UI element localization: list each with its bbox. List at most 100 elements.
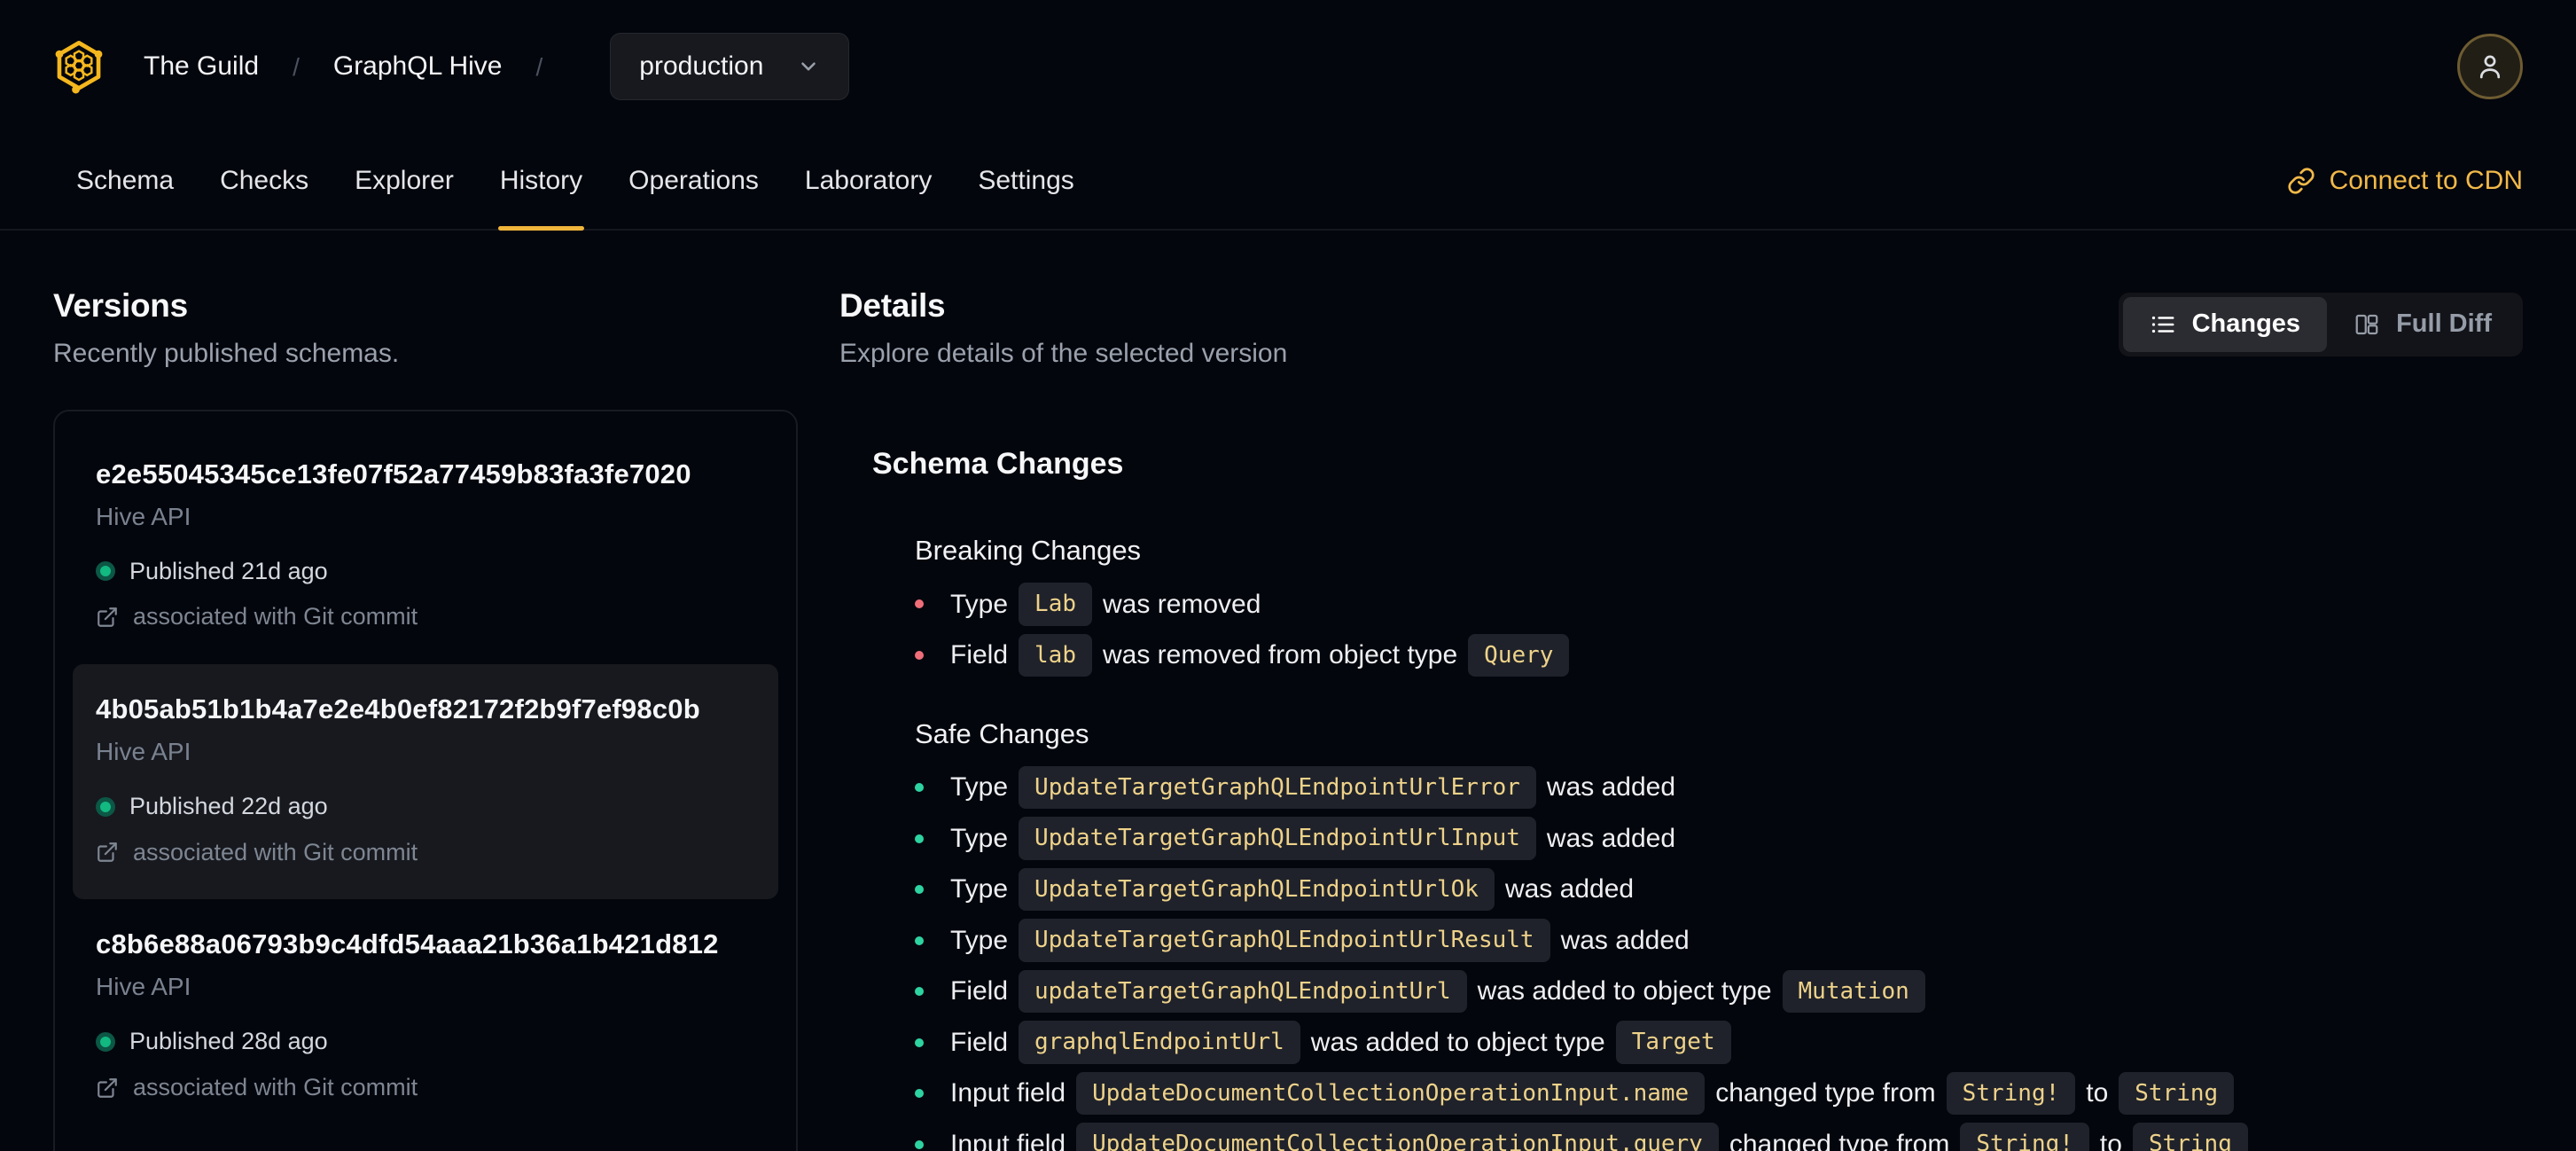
code-badge: UpdateTargetGraphQLEndpointUrlInput [1019,817,1536,860]
chevron-down-icon [801,62,816,71]
git-commit-link[interactable]: associated with Git commit [96,602,755,632]
change-item: Field graphqlEndpointUrl was added to obje… [915,1021,2523,1064]
columns-icon [2355,314,2378,334]
external-link-icon [98,842,117,863]
code-badge: String! [1946,1071,2076,1116]
code-badge: updateTargetGraphQLEndpointUrl [1019,969,1467,1014]
git-commit-label: associated with Git commit [133,1073,418,1100]
tab-schema[interactable]: Schema [53,133,197,229]
change-text: Field [950,640,1009,669]
tab-laboratory[interactable]: Laboratory [782,133,955,229]
details-title: Details [839,287,946,324]
user-icon [2479,55,2501,79]
change-item: Type Lab was removed [915,583,2523,626]
tab-explorer[interactable]: Explorer [332,133,477,229]
version-hash: 4b05ab51b1b4a7e2e4b0ef82172f2b9f7ef98c0b [96,693,700,724]
user-menu-button[interactable] [2457,34,2523,99]
change-list: Type Lab was removed Field lab was removed fr… [915,583,2523,677]
versions-subtitle: Recently published schemas. [53,339,400,369]
code-badge: UpdateTargetGraphQLEndpointUrlOk [1019,867,1495,912]
safe-bullet-icon [915,834,924,843]
code-badge: Mutation [1782,969,1925,1014]
full-diff-button[interactable]: Full Diff [2327,297,2518,352]
code-badge: graphqlEndpointUrl [1019,1021,1300,1064]
published-label: Published 28d ago [129,1028,328,1054]
safe-bullet-icon [915,783,924,792]
published-label: Published 21d ago [129,557,328,584]
change-item: Input field UpdateDocumentCollectionOpera… [915,1071,2523,1116]
tabs-bar: Schema Checks Explorer History Operations Lab… [0,133,2576,231]
change-item: Type UpdateTargetGraphQLEndpointUrlError w… [915,765,2523,810]
change-text: was added [1560,925,1690,955]
git-commit-link[interactable]: associated with Git commit [96,1073,755,1103]
tab-checks[interactable]: Checks [197,133,332,229]
breadcrumb-separator: / [535,52,543,81]
change-text: Type [950,589,1009,619]
hive-logo-icon[interactable] [53,37,105,96]
breadcrumb-project[interactable]: GraphQL Hive [333,50,503,83]
change-text: Field [950,976,1009,1006]
tab-settings[interactable]: Settings [955,133,1097,229]
change-text: was added to object type [1477,976,1772,1006]
external-link-icon [98,1077,117,1098]
safe-bullet-icon [915,936,924,945]
code-badge: UpdateDocumentCollectionOperationInput.n… [1076,1071,1706,1116]
target-selector-label: production [639,51,764,81]
version-service: Hive API [96,737,191,765]
code-badge: String [2132,1123,2248,1151]
git-commit-link[interactable]: associated with Git commit [96,838,755,868]
change-list: Type UpdateTargetGraphQLEndpointUrlError w… [915,765,2523,1151]
change-text: Input field [950,1129,1066,1151]
breaking-bullet-icon [915,650,924,660]
safe-bullet-icon [915,987,924,996]
connect-to-cdn-button[interactable]: Connect to CDN [2287,164,2523,198]
breadcrumb-separator: / [293,52,300,81]
change-item: Field updateTargetGraphQLEndpointUrl was a… [915,969,2523,1014]
code-badge: String [2119,1071,2235,1116]
version-card[interactable]: c8b6e88a06793b9c4dfd54aaa21b36a1b421d812… [73,899,778,1134]
details-header: Details Explore details of the selected … [839,286,2523,371]
safe-bullet-icon [915,1089,924,1098]
link-icon [2288,168,2314,194]
tab-history[interactable]: History [477,133,605,231]
details-subtitle: Explore details of the selected version [839,339,1288,369]
published-row: Published 21d ago [96,557,755,587]
schema-changes-title: Schema Changes [872,446,1124,481]
safe-bullet-icon [915,1037,924,1047]
change-text: to [2086,1078,2109,1108]
version-card[interactable]: 4b05ab51b1b4a7e2e4b0ef82172f2b9f7ef98c0b… [73,664,778,900]
code-badge: Lab [1019,583,1093,626]
change-text: was removed [1103,589,1261,619]
git-commit-label: associated with Git commit [133,603,418,630]
list-icon [2151,316,2174,333]
safe-changes-section: Safe Changes Type UpdateTargetGraphQLEndpo… [915,717,2523,1151]
change-text: to [2099,1129,2122,1151]
change-sections: Breaking Changes Type Lab was removed Field l… [872,534,2523,1151]
top-bar: The Guild / GraphQL Hive / production [0,0,2576,133]
version-card[interactable]: a823f6db2a55df877dcf406006abca97fcc4858c… [73,1135,778,1151]
app-window: The Guild / GraphQL Hive / production Sc… [0,0,2576,1151]
change-item: Type UpdateTargetGraphQLEndpointUrlInput w… [915,817,2523,860]
external-link-icon [98,607,117,627]
target-selector-button[interactable]: production [610,33,850,100]
version-card[interactable]: e2e55045345ce13fe07f52a77459b83fa3fe7020… [73,429,778,664]
version-meta: Published 21d ago associated with Git com… [96,557,755,633]
change-item: Type UpdateTargetGraphQLEndpointUrlResult… [915,919,2523,962]
change-text: changed type from [1715,1078,1936,1108]
breaking-changes-section: Breaking Changes Type Lab was removed Field l… [915,534,2523,677]
toggle-label: Full Diff [2396,309,2492,339]
published-status-dot [96,796,115,817]
change-item: Input field UpdateDocumentCollectionOpera… [915,1123,2523,1151]
breadcrumb-org[interactable]: The Guild [144,50,259,83]
change-text: was added to object type [1310,1027,1605,1057]
change-text: Type [950,823,1009,853]
changes-button[interactable]: Changes [2122,296,2328,352]
connect-to-cdn-label: Connect to CDN [2329,166,2523,196]
git-commit-label: associated with Git commit [133,838,418,865]
tab-operations[interactable]: Operations [605,133,782,229]
change-section-title: Breaking Changes [915,535,1142,567]
published-label: Published 22d ago [129,792,328,819]
change-text: was removed from object type [1103,640,1458,669]
published-row: Published 28d ago [96,1027,755,1057]
change-text: Type [950,925,1009,955]
